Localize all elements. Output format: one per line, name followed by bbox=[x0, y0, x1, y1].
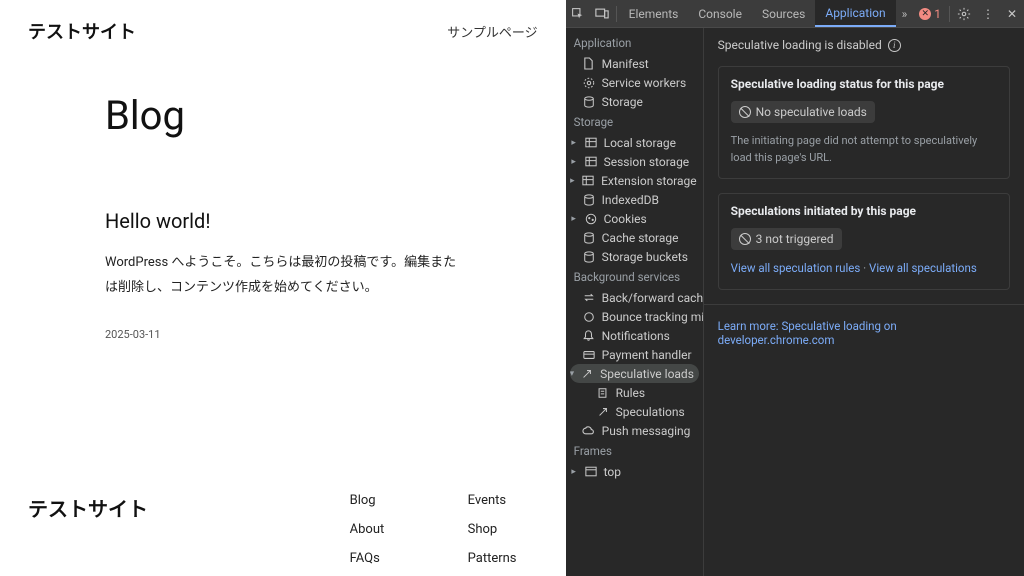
sidebar-item-speculations[interactable]: Speculations bbox=[566, 402, 703, 421]
sidebar-item-payment-handler[interactable]: Payment handler bbox=[566, 345, 703, 364]
ban-icon bbox=[739, 106, 751, 118]
window-icon bbox=[584, 465, 598, 479]
file-icon bbox=[582, 57, 596, 71]
block-text: The initiating page did not attempt to s… bbox=[731, 133, 997, 166]
nav-link[interactable]: サンプルページ bbox=[447, 22, 537, 41]
site-header: テストサイト サンプルページ bbox=[0, 0, 566, 52]
section-application: Application bbox=[566, 32, 703, 54]
close-icon[interactable]: ✕ bbox=[1000, 0, 1024, 27]
link-view-rules[interactable]: View all speculation rules bbox=[731, 261, 861, 275]
application-main: Speculative loading is disabled i Specul… bbox=[704, 28, 1024, 576]
section-frames: Frames bbox=[566, 440, 703, 462]
sidebar-item-cookies[interactable]: ▸Cookies bbox=[566, 209, 703, 228]
sidebar-item-local-storage[interactable]: ▸Local storage bbox=[566, 133, 703, 152]
sidebar-item-top-frame[interactable]: ▸top bbox=[566, 462, 703, 481]
grid-icon bbox=[584, 136, 598, 150]
site-title[interactable]: テストサイト bbox=[28, 18, 136, 44]
divider bbox=[704, 304, 1024, 305]
speculative-icon bbox=[580, 367, 594, 381]
sidebar-item-manifest[interactable]: Manifest bbox=[566, 54, 703, 73]
block-title: Speculative loading status for this page bbox=[731, 77, 997, 91]
website-pane: テストサイト サンプルページ Blog Hello world! WordPre… bbox=[0, 0, 566, 576]
footer-link-about[interactable]: About bbox=[350, 522, 420, 537]
footer-link-shop[interactable]: Shop bbox=[468, 522, 538, 537]
rules-icon bbox=[596, 386, 610, 400]
chevron-down-icon: ▾ bbox=[570, 369, 575, 379]
devtools-tabbar: Elements Console Sources Application » ✕… bbox=[566, 0, 1024, 28]
footer-link-faqs[interactable]: FAQs bbox=[350, 551, 420, 566]
footer-link-blog[interactable]: Blog bbox=[350, 493, 420, 508]
section-storage: Storage bbox=[566, 111, 703, 133]
status-text: Speculative loading is disabled bbox=[718, 38, 882, 52]
sidebar-item-cache-storage[interactable]: Cache storage bbox=[566, 228, 703, 247]
sidebar-item-extension-storage[interactable]: ▸Extension storage bbox=[566, 171, 703, 190]
sidebar-item-storage[interactable]: Storage bbox=[566, 92, 703, 111]
grid-icon bbox=[584, 155, 598, 169]
footer-link-patterns[interactable]: Patterns bbox=[468, 551, 538, 566]
footer-nav: Blog About FAQs Events Shop Patterns bbox=[350, 493, 538, 566]
status-row: Speculative loading is disabled i bbox=[718, 38, 1010, 52]
tab-application[interactable]: Application bbox=[815, 0, 895, 27]
database-icon bbox=[582, 250, 596, 264]
post-body: WordPress へようこそ。こちらは最初の投稿です。編集または削除し、コンテ… bbox=[105, 251, 461, 300]
grid-icon bbox=[581, 174, 595, 188]
status-pill[interactable]: 3 not triggered bbox=[731, 228, 842, 250]
bounce-icon bbox=[582, 310, 596, 324]
post-date: 2025-03-11 bbox=[105, 328, 461, 341]
inspect-icon[interactable] bbox=[566, 0, 590, 27]
sidebar-item-notifications[interactable]: Notifications bbox=[566, 326, 703, 345]
cookie-icon bbox=[584, 212, 598, 226]
link-view-speculations[interactable]: View all speculations bbox=[869, 261, 977, 275]
sidebar-item-bfcache[interactable]: Back/forward cache bbox=[566, 288, 703, 307]
site-footer: テストサイト Blog About FAQs Events Shop Patte… bbox=[0, 473, 566, 576]
block-title: Speculations initiated by this page bbox=[731, 204, 997, 218]
ban-icon bbox=[739, 233, 751, 245]
sidebar-item-speculative-loads[interactable]: ▾Speculative loads bbox=[570, 364, 699, 383]
database-icon bbox=[582, 95, 596, 109]
arrows-icon bbox=[582, 291, 596, 305]
kebab-icon[interactable]: ⋮ bbox=[976, 0, 1000, 27]
speculative-icon bbox=[596, 405, 610, 419]
block-links: View all speculation rules · View all sp… bbox=[731, 260, 997, 277]
gear-icon[interactable] bbox=[952, 0, 976, 27]
bell-icon bbox=[582, 329, 596, 343]
database-icon bbox=[582, 193, 596, 207]
page-heading: Blog bbox=[105, 92, 461, 139]
database-icon bbox=[582, 231, 596, 245]
card-icon bbox=[582, 348, 596, 362]
device-icon[interactable] bbox=[590, 0, 614, 27]
tabs-overflow-icon[interactable]: » bbox=[896, 7, 914, 21]
info-icon[interactable]: i bbox=[888, 39, 901, 52]
sidebar-item-session-storage[interactable]: ▸Session storage bbox=[566, 152, 703, 171]
speculations-block: Speculations initiated by this page 3 no… bbox=[718, 193, 1010, 290]
tab-elements[interactable]: Elements bbox=[619, 0, 689, 27]
site-main: Blog Hello world! WordPress へようこそ。こちらは最初… bbox=[0, 52, 566, 473]
devtools-pane: Elements Console Sources Application » ✕… bbox=[566, 0, 1024, 576]
sidebar-item-service-workers[interactable]: Service workers bbox=[566, 73, 703, 92]
sidebar-item-push-messaging[interactable]: Push messaging bbox=[566, 421, 703, 440]
cloud-icon bbox=[582, 424, 596, 438]
sidebar-item-indexeddb[interactable]: IndexedDB bbox=[566, 190, 703, 209]
gear-icon bbox=[582, 76, 596, 90]
tab-console[interactable]: Console bbox=[688, 0, 752, 27]
footer-title[interactable]: テストサイト bbox=[28, 493, 350, 566]
section-bg-services: Background services bbox=[566, 266, 703, 288]
error-counter[interactable]: ✕1 bbox=[913, 7, 947, 21]
footer-link-events[interactable]: Events bbox=[468, 493, 538, 508]
post-title[interactable]: Hello world! bbox=[105, 209, 461, 233]
learn-more-link[interactable]: Learn more: Speculative loading on devel… bbox=[718, 319, 897, 347]
application-sidebar: Application Manifest Service workers Sto… bbox=[566, 28, 704, 576]
sidebar-item-rules[interactable]: Rules bbox=[566, 383, 703, 402]
sidebar-item-storage-buckets[interactable]: Storage buckets bbox=[566, 247, 703, 266]
tab-sources[interactable]: Sources bbox=[752, 0, 815, 27]
sidebar-item-bounce-tracking[interactable]: Bounce tracking mitigati... bbox=[566, 307, 703, 326]
status-pill[interactable]: No speculative loads bbox=[731, 101, 875, 123]
status-block: Speculative loading status for this page… bbox=[718, 66, 1010, 179]
